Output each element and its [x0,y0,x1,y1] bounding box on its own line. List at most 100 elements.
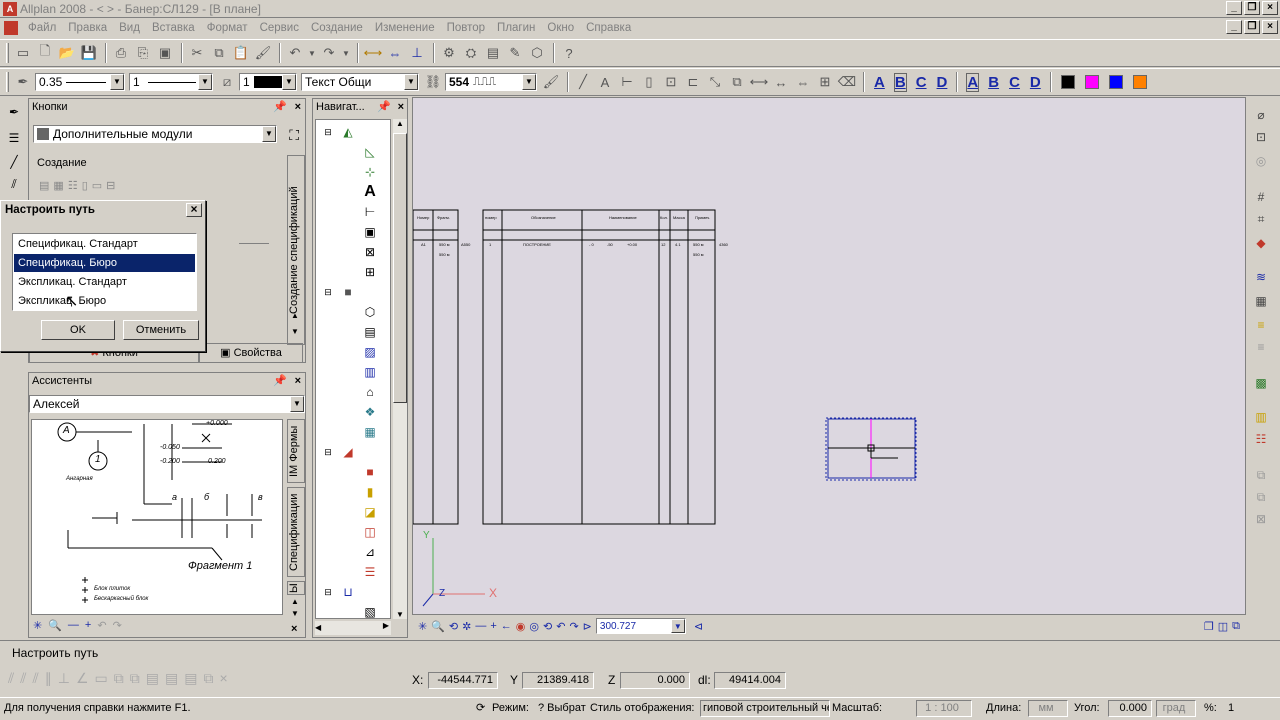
y-coordinate-field[interactable]: 21389.418 [522,672,594,689]
menu-plugin[interactable]: Плагин [491,22,541,34]
array-tool-icon[interactable]: ⊞ [815,72,835,92]
doc-tool-icon[interactable]: ▯ [639,72,659,92]
doc-minimize-button[interactable]: _ [1226,20,1242,34]
context-help-icon[interactable]: ? [559,43,579,63]
sheet2-icon[interactable]: ▭ [92,179,102,192]
tag-icon[interactable]: ⌂ [362,384,378,400]
macro-icon[interactable]: ⊞ [362,264,378,280]
smart-symbol-icon[interactable]: ⊠ [362,244,378,260]
assist-zoom-in-icon[interactable]: + [85,619,91,632]
assist-scroll-down-icon[interactable]: ▼ [291,609,299,618]
roof-icon[interactable]: ☰ [362,564,378,580]
input-rect-icon[interactable]: ▭ [95,670,108,687]
tab-specifications[interactable]: Спецификации [287,487,305,577]
symbol-icon[interactable]: ▣ [362,224,378,240]
text-tool-icon[interactable]: A [595,72,615,92]
input-copy3-icon[interactable]: ⧉ [203,670,213,687]
menu-format[interactable]: Формат [201,22,254,34]
text-style-b-button[interactable]: B [893,72,907,92]
menu-insert[interactable]: Вставка [146,22,201,34]
x-coordinate-field[interactable]: -44544.771 [428,672,498,689]
color-swatch-orange[interactable] [1132,75,1147,89]
layer-red-icon[interactable]: ◆ [1253,236,1269,252]
dim-style-b-button[interactable]: B [988,74,999,91]
window-tile-icon[interactable]: ❐ [1204,620,1214,633]
erase-tool-icon[interactable]: ⌫ [837,72,857,92]
opening-icon[interactable]: ◫ [362,524,378,540]
view-wire-icon[interactable]: ◎ [529,620,539,633]
doc-close-button[interactable]: × [1262,20,1278,34]
column-icon[interactable]: ▮ [362,484,378,500]
assistant-sketch-area[interactable]: A 1 Фрагмент 1 +0.000 -0.050 -0.200 0.20… [31,419,283,615]
paste-icon[interactable]: 📋 [231,43,251,63]
list-item-selected[interactable]: Спецификац. Бюро [14,254,195,272]
pattern-icon[interactable]: ▥ [362,364,378,380]
document-system-icon[interactable] [4,20,18,35]
line-tool-icon[interactable]: ╱ [573,72,593,92]
sheet-icon[interactable]: ▯ [82,179,88,192]
input-line2-icon[interactable]: ⫽ [20,670,26,687]
color-swatch-magenta[interactable] [1084,75,1099,89]
assist-zoom-icon[interactable]: 🔍 [48,619,62,632]
view-sun-icon[interactable]: ✲ [462,620,471,633]
3d-solid-icon[interactable]: ⬡ [362,304,378,320]
input-perp-icon[interactable]: ⊥ [58,670,70,687]
tab-extra[interactable]: Ы [287,581,305,595]
close-right-icon[interactable]: ⊠ [1253,512,1269,528]
fill-icon[interactable]: ❖ [362,404,378,420]
offset-tool-icon[interactable]: ⊡ [661,72,681,92]
input-line3-icon[interactable]: ⫽ [33,670,39,687]
report-icon[interactable]: ▤ [39,179,49,192]
view-regen-icon[interactable]: ✳ [418,620,427,633]
list-item[interactable]: Экспликац. Бюро [14,292,195,310]
menu-create[interactable]: Создание [305,22,369,34]
3d-cube-icon[interactable]: ■ [340,284,356,300]
drafting-icon[interactable]: ◭ [340,124,356,140]
dim-tool-icon[interactable]: ⊢ [617,72,637,92]
pen-tool-icon[interactable]: ✎ [505,43,525,63]
navigator-tree[interactable]: ⊟ ◭ ◺ ⊹ A ⊢ ▣ ⊠ ⊞ ⊟ ■ ⬡ ▤ ▨ ▥ ⌂ ❖ ▦ ⊟ ◢ … [315,119,391,619]
color-select[interactable]: 1 ▼ [239,73,297,91]
view-frame-icon[interactable]: ⊲ [694,620,703,633]
view-3d-icon[interactable]: ⟲ [543,620,552,633]
diagonal-icon[interactable]: ╱ [6,154,22,170]
new-doc-icon[interactable]: 🗋 [35,43,55,63]
path-listbox[interactable]: Спецификац. Стандарт Спецификац. Бюро Эк… [12,233,197,311]
tree-collapse3-icon[interactable]: ⊟ [320,444,336,460]
text-style-select[interactable]: Текст Общи ▼ [301,73,419,91]
list-icon-right[interactable]: ☷ [1253,432,1269,448]
view-redo-icon[interactable]: ↷ [569,620,578,633]
scale-field[interactable]: 1 : 100 [916,700,972,717]
undo-dropdown-icon[interactable]: ▼ [307,43,317,63]
list-item[interactable]: Экспликац. Стандарт [14,273,195,291]
level-icon[interactable]: ⊥ [407,43,427,63]
input-cancel-icon[interactable]: × [219,670,227,687]
stretch-tool-icon[interactable]: ↔ [771,72,791,92]
assist-refresh-icon[interactable]: ✳ [33,619,42,632]
dim-style-a-button[interactable]: A [966,72,980,92]
angle-field[interactable]: 0.000 [1108,700,1152,717]
stack2-icon[interactable]: ≡ [1253,340,1269,356]
nav-pin-icon[interactable]: 📌 [377,99,391,115]
menu-view[interactable]: Вид [113,22,146,34]
view-render-icon[interactable]: ◉ [516,620,526,633]
slant-icon[interactable]: ⫽ [6,176,22,192]
nav-scroll-left-icon[interactable]: ◀ [315,623,321,632]
copy-tool-icon[interactable]: ⧉ [727,72,747,92]
line-type-select[interactable]: 1 ▼ [129,73,213,91]
menu-edit[interactable]: Правка [62,22,113,34]
restore-button[interactable]: ❐ [1244,1,1260,15]
panel-close-icon[interactable]: × [295,99,301,115]
tab-im-trusses[interactable]: IM Фермы [287,419,305,483]
text-style-a-button[interactable]: A [874,74,885,91]
view-pan-icon[interactable]: ⟲ [449,620,458,633]
format-painter-icon[interactable]: 🖌 [253,43,273,63]
snap-icon[interactable]: ⌀ [1253,108,1269,124]
point-icon[interactable]: ⊹ [362,164,378,180]
input-stack3-icon[interactable]: ▤ [184,670,197,687]
view-prev-icon[interactable]: ← [501,620,512,632]
input-angle-icon[interactable]: ∠ [76,670,89,687]
menu-service[interactable]: Сервис [254,22,305,34]
target-icon[interactable]: ◎ [1253,154,1269,170]
nav-close-icon[interactable]: × [398,99,404,115]
